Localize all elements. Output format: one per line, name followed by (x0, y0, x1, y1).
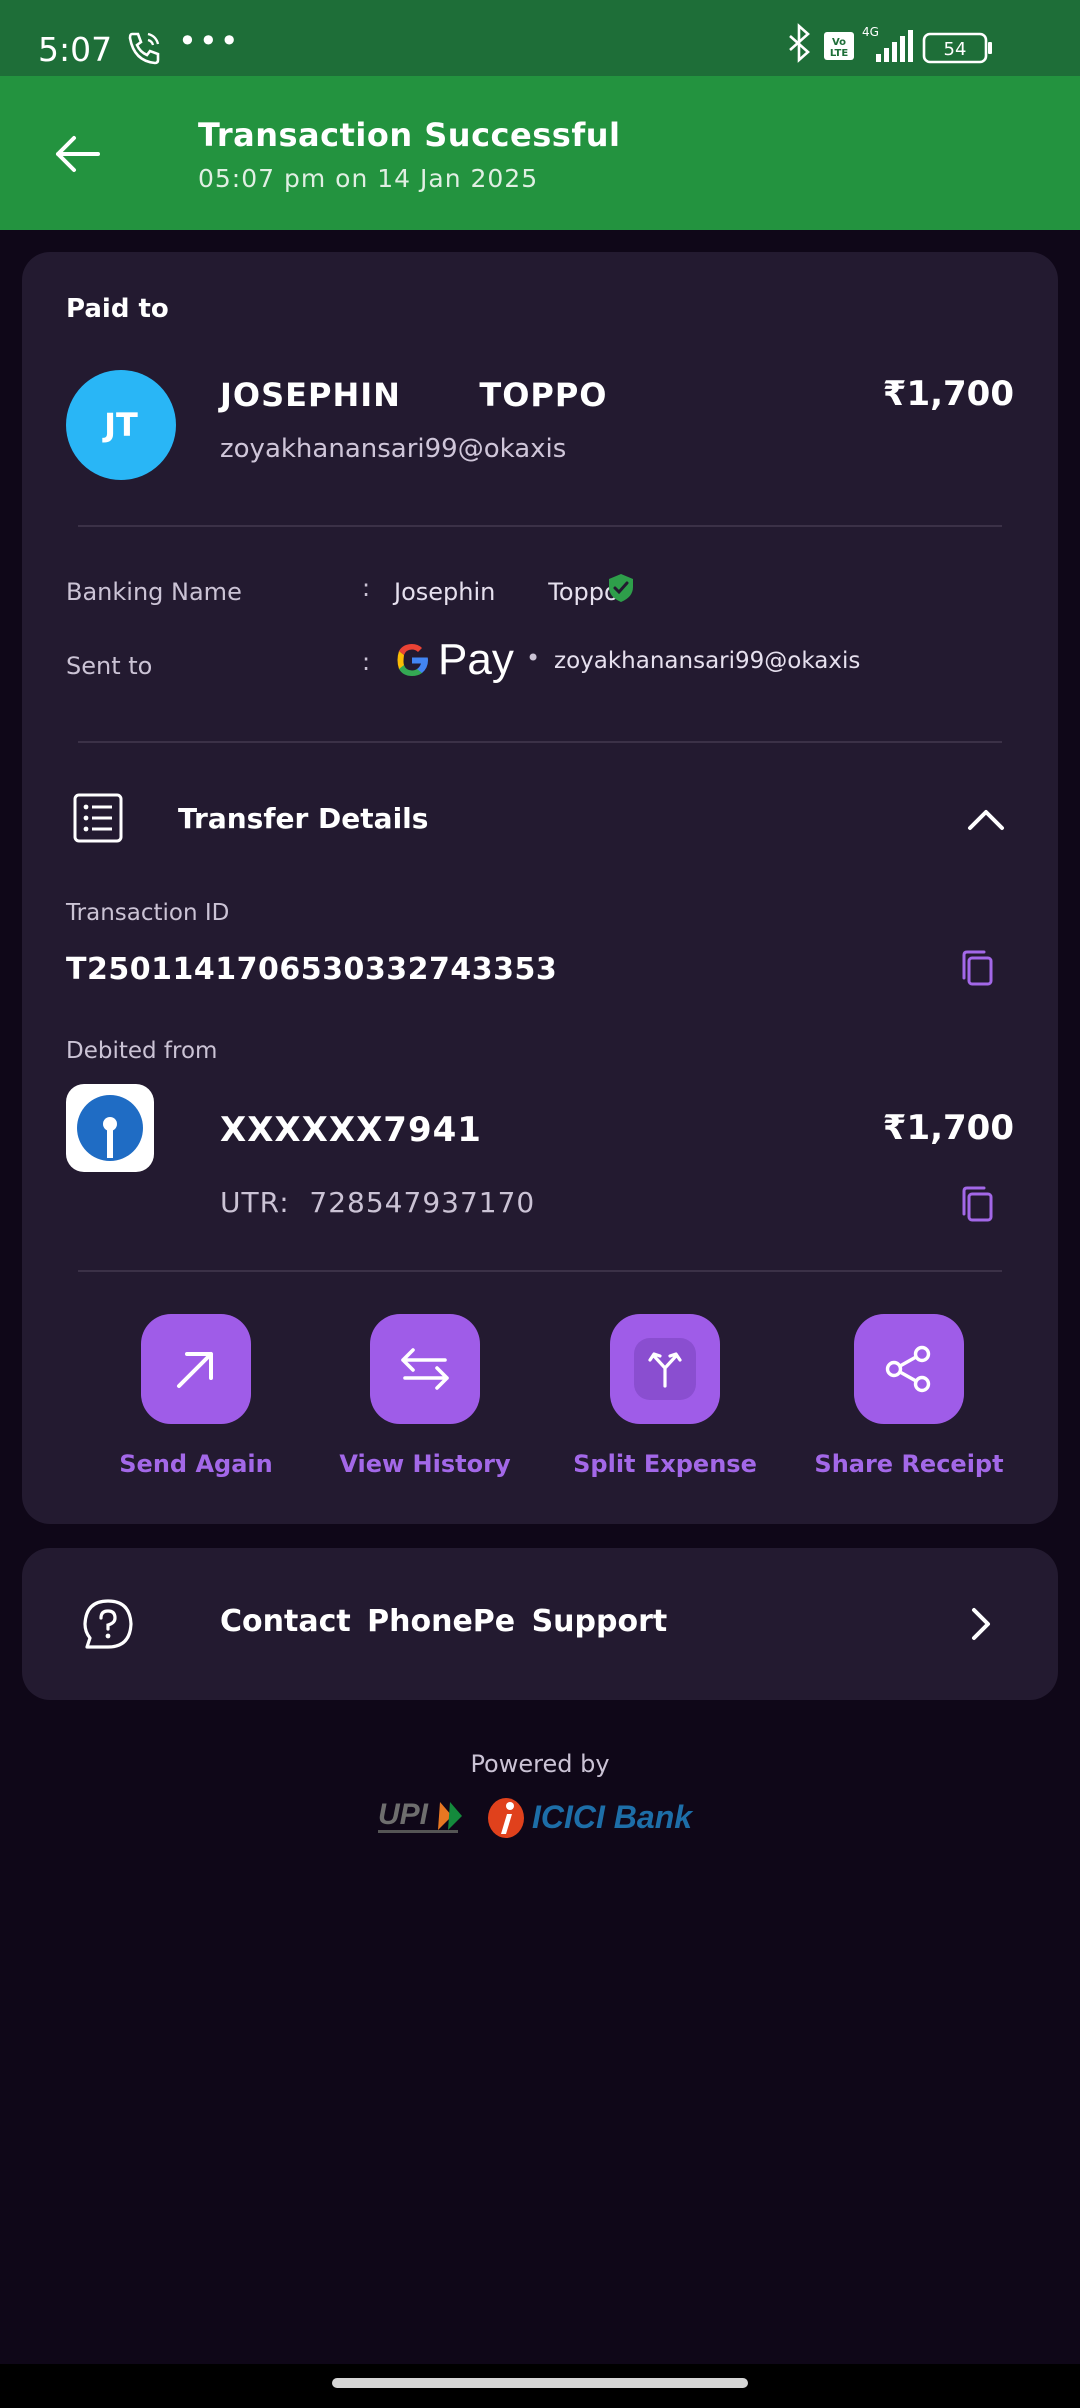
sbi-logo-icon (77, 1095, 143, 1161)
icici-bank-logo: ICICI Bank (486, 1792, 706, 1842)
system-nav-bar (0, 2364, 1080, 2408)
utr-number: UTR: 728547937170 (220, 1186, 536, 1219)
powered-by-label: Powered by (470, 1750, 610, 1778)
svg-text:4G: 4G (862, 25, 879, 39)
gpay-text: Pay (438, 635, 514, 684)
status-icons: Vo LTE 4G 54 (789, 23, 992, 64)
sbi-bank-logo (66, 1084, 154, 1172)
sent-to-label: Sent to (66, 652, 153, 680)
share-receipt-button[interactable]: Share Receipt (799, 1314, 1019, 1478)
upi-logo: UPI (378, 1798, 462, 1833)
action-row: Send Again View History Split Expense Sh… (22, 1314, 1058, 1494)
chevron-up-icon[interactable] (966, 800, 1006, 840)
send-again-icon-button[interactable] (141, 1314, 251, 1424)
status-more-icon: ••• (178, 22, 241, 60)
receipt-list-icon (73, 793, 123, 843)
transaction-id: T2501141706530332743353 (66, 952, 558, 987)
share-receipt-icon-button[interactable] (854, 1314, 964, 1424)
avatar-initials: JT (104, 406, 138, 444)
gpay-logo: Pay (392, 634, 514, 686)
svg-text:LTE: LTE (830, 48, 849, 59)
contact-support-label: Contact PhonePe Support (220, 1604, 668, 1639)
account-number: XXXXXX7941 (220, 1110, 482, 1150)
payment-amount: ₹1,700 (882, 374, 1014, 414)
transaction-datetime: 05:07 pm on 14 Jan 2025 (198, 164, 539, 193)
payee-upi-id: zoyakhanansari99@okaxis (220, 434, 567, 464)
banking-name-label: Banking Name (66, 578, 242, 606)
status-time: 5:07 (38, 30, 113, 69)
copy-transaction-id-icon[interactable] (958, 948, 996, 988)
back-arrow-icon (56, 136, 100, 172)
colon: : (362, 574, 371, 602)
paid-to-label: Paid to (66, 294, 169, 324)
payee-name: JOSEPHIN TOPPO (220, 376, 608, 414)
divider (78, 525, 1002, 527)
volte-icon: Vo LTE (824, 32, 854, 60)
payee-avatar: JT (66, 370, 176, 480)
swap-arrows-icon (401, 1348, 449, 1390)
icici-bank-name: ICICI Bank (532, 1798, 693, 1835)
divider (78, 1270, 1002, 1272)
share-icon (885, 1345, 931, 1393)
transaction-id-label: Transaction ID (66, 900, 230, 926)
split-icon (634, 1338, 696, 1400)
banking-name-value: Josephin Toppo (394, 578, 619, 606)
transfer-details-title: Transfer Details (178, 802, 429, 835)
icici-emblem-icon (488, 1798, 524, 1838)
copy-utr-icon[interactable] (958, 1184, 996, 1224)
battery-icon: 54 (922, 32, 992, 64)
divider (78, 741, 1002, 743)
google-g-icon (397, 644, 428, 676)
split-expense-label: Split Expense (573, 1450, 757, 1478)
transaction-card: Paid to JT JOSEPHIN TOPPO zoyakhanansari… (22, 252, 1058, 1524)
debited-amount: ₹1,700 (882, 1108, 1014, 1148)
colon: : (362, 648, 371, 676)
svg-text:Vo: Vo (832, 37, 846, 48)
send-again-label: Send Again (119, 1450, 273, 1478)
chevron-right-icon (972, 1608, 990, 1640)
svg-text:54: 54 (944, 39, 967, 60)
home-gesture-pill[interactable] (332, 2378, 748, 2388)
debited-from-label: Debited from (66, 1038, 218, 1064)
view-history-icon-button[interactable] (370, 1314, 480, 1424)
sent-to-upi-id: zoyakhanansari99@okaxis (554, 648, 861, 674)
arrow-up-right-icon (177, 1352, 213, 1388)
signal-icon: 4G (862, 25, 913, 62)
svg-text:UPI: UPI (378, 1798, 429, 1831)
app-header: Transaction Successful 05:07 pm on 14 Ja… (0, 76, 1080, 230)
bullet: • (526, 644, 541, 672)
help-chat-icon (83, 1599, 133, 1649)
page-title: Transaction Successful (198, 116, 621, 154)
split-expense-icon-button[interactable] (610, 1314, 720, 1424)
bluetooth-icon (789, 23, 810, 63)
wifi-call-icon (128, 32, 160, 65)
status-bar: 5:07 ••• Vo LTE 4G 54 (0, 0, 1080, 76)
send-again-button[interactable]: Send Again (86, 1314, 306, 1478)
back-button[interactable] (40, 116, 116, 192)
share-receipt-label: Share Receipt (814, 1450, 1004, 1478)
view-history-label: View History (339, 1450, 511, 1478)
split-expense-button[interactable]: Split Expense (555, 1314, 775, 1478)
contact-support-card[interactable]: Contact PhonePe Support (22, 1548, 1058, 1700)
verified-shield-icon (609, 574, 633, 602)
view-history-button[interactable]: View History (315, 1314, 535, 1478)
